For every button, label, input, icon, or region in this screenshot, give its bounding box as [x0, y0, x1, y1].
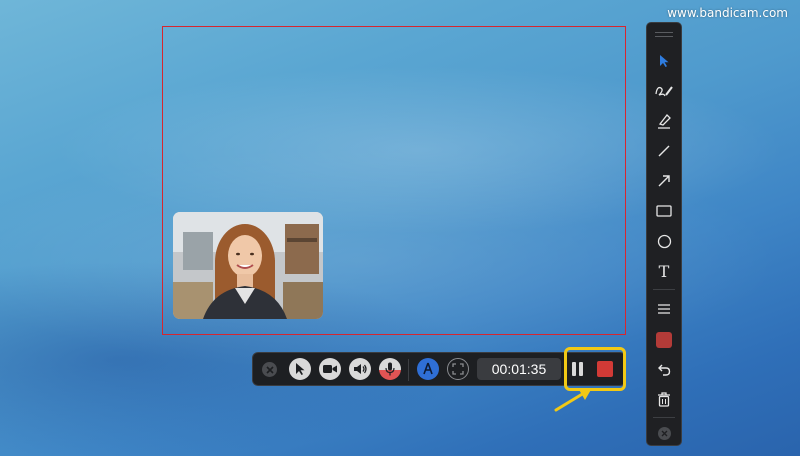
text-icon[interactable]: T — [653, 260, 675, 282]
close-icon[interactable] — [658, 427, 671, 440]
drawing-toolbar: T — [646, 22, 682, 446]
close-icon[interactable] — [262, 362, 277, 377]
toolbar-divider — [653, 289, 675, 290]
fullscreen-target-icon[interactable] — [447, 358, 469, 380]
webcam-icon[interactable] — [319, 358, 341, 380]
pointer-arrow-annotation — [554, 388, 592, 412]
divider — [408, 359, 409, 381]
rectangle-icon[interactable] — [653, 200, 675, 222]
toolbar-grip[interactable] — [655, 32, 673, 33]
select-arrow-icon[interactable] — [653, 50, 675, 72]
cursor-icon[interactable] — [289, 358, 311, 380]
speaker-icon[interactable] — [349, 358, 371, 380]
line-width-icon[interactable] — [653, 298, 675, 320]
toolbar-grip[interactable] — [655, 36, 673, 37]
toolbar-divider — [653, 417, 675, 418]
watermark: www.bandicam.com — [667, 6, 788, 20]
arrow-icon[interactable] — [653, 170, 675, 192]
trash-icon[interactable] — [653, 388, 675, 410]
freehand-pen-icon[interactable] — [653, 80, 675, 102]
stop-icon[interactable] — [597, 361, 613, 377]
line-icon[interactable] — [653, 140, 675, 162]
webcam-person-image — [173, 212, 323, 319]
color-swatch[interactable] — [656, 332, 672, 348]
pause-icon[interactable] — [568, 359, 588, 379]
microphone-icon[interactable] — [379, 358, 401, 380]
undo-icon[interactable] — [653, 358, 675, 380]
pen-draw-icon[interactable] — [417, 358, 439, 380]
highlighter-icon[interactable] — [653, 110, 675, 132]
recording-timer: 00:01:35 — [477, 358, 561, 380]
webcam-overlay[interactable] — [173, 212, 323, 319]
ellipse-icon[interactable] — [653, 230, 675, 252]
